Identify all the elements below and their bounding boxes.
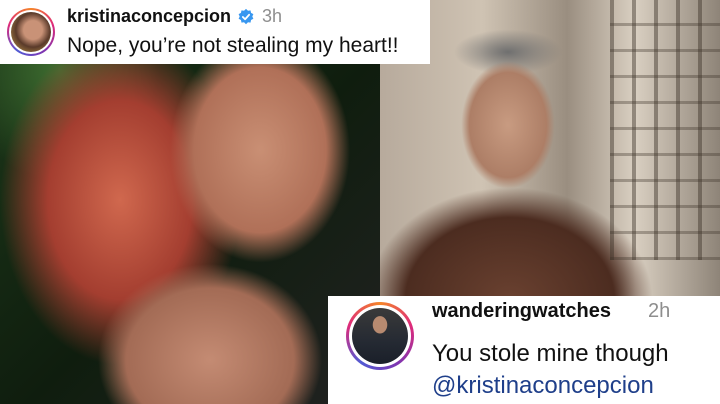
- verified-badge-icon: [238, 8, 254, 25]
- comment-timestamp: 2h: [648, 300, 671, 322]
- building-windows: [610, 0, 720, 260]
- username-link[interactable]: wanderingwatches: [432, 300, 611, 323]
- comment-timestamp: 3h: [262, 6, 283, 26]
- top-comment-card: kristinaconcepcion 3h Nope, you’re not s…: [0, 0, 430, 64]
- comment-text: You stole mine though: [432, 340, 669, 367]
- avatar[interactable]: [11, 12, 51, 52]
- username-link[interactable]: kristinaconcepcion: [67, 6, 231, 27]
- comment-text: Nope, you’re not stealing my heart!!: [67, 34, 399, 57]
- bottom-comment-card: wanderingwatches 2h You stole mine thoug…: [328, 296, 720, 404]
- mention-link[interactable]: @kristinaconcepcion: [432, 372, 654, 400]
- avatar[interactable]: [352, 308, 408, 364]
